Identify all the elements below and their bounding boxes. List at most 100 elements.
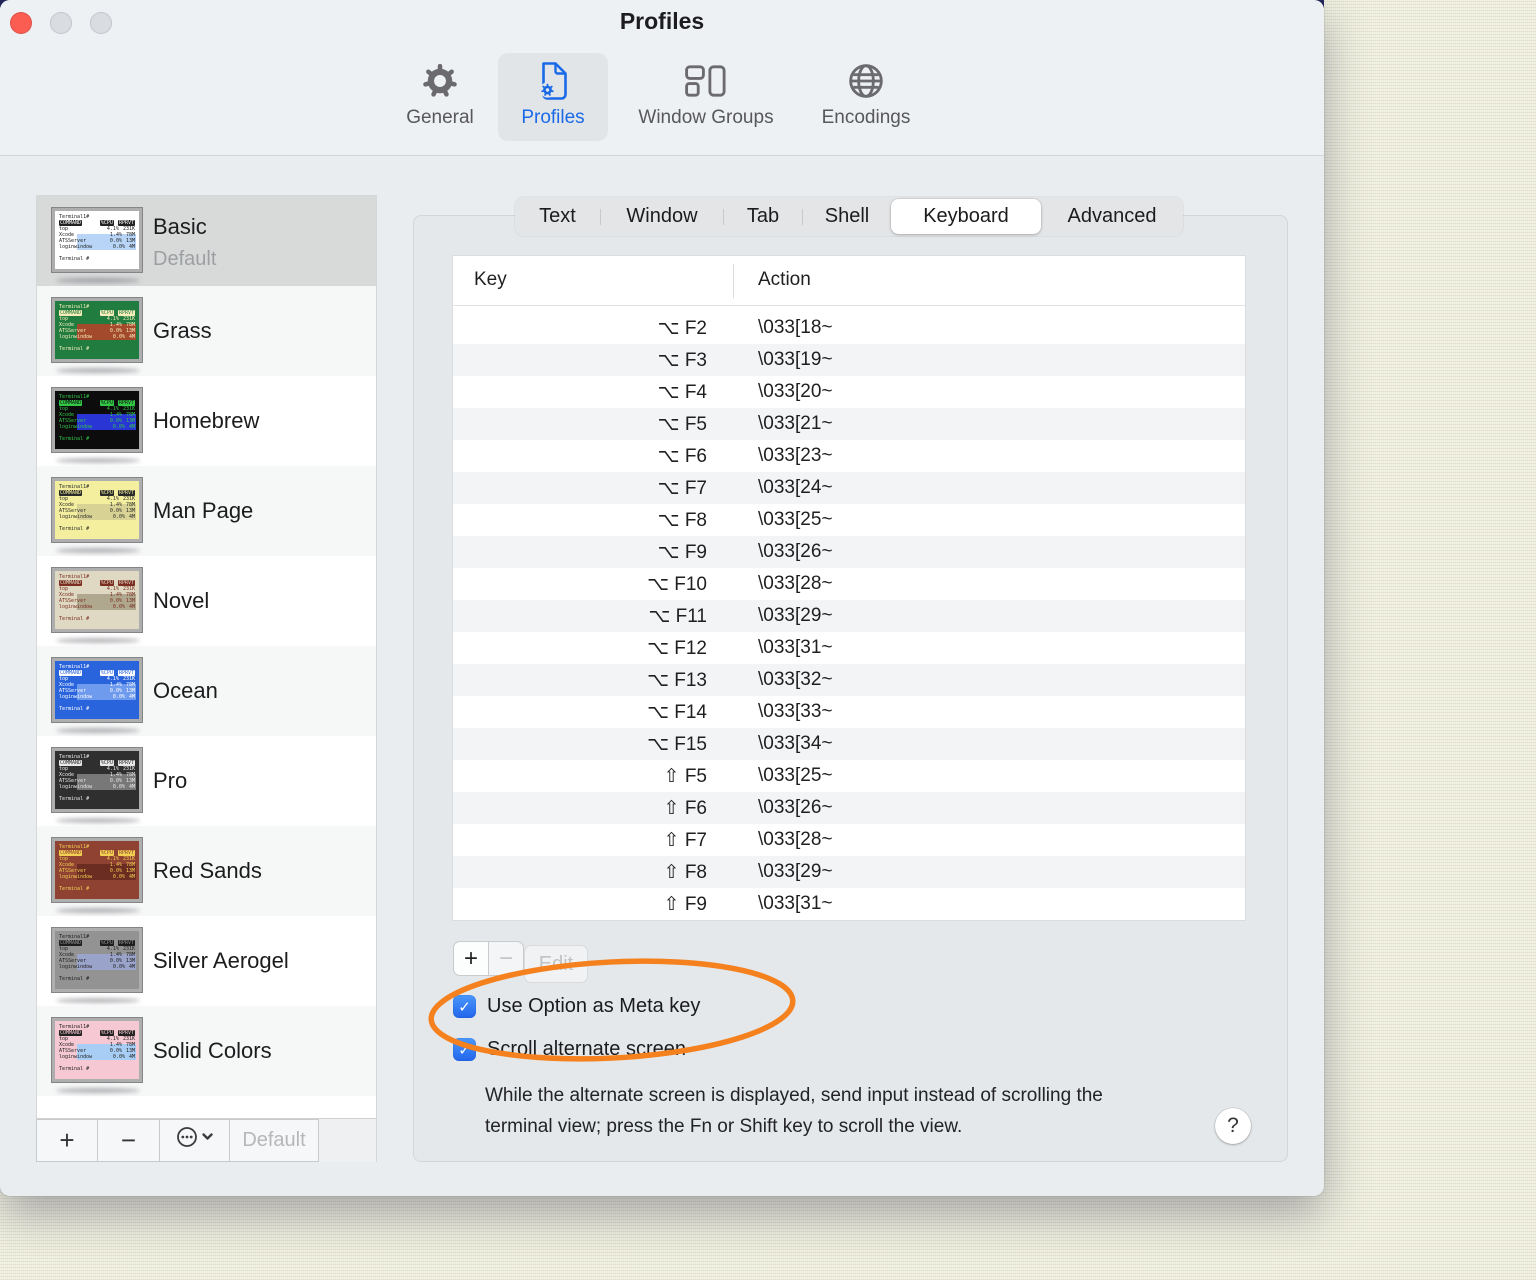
profile-name: Red Sands — [153, 858, 262, 883]
key-mapping-row[interactable]: ⌥ F7 \033[24~ — [453, 472, 1245, 504]
remove-profile-button[interactable]: − — [97, 1119, 160, 1162]
toolbar-item-encodings[interactable]: Encodings — [806, 53, 926, 141]
profile-thumbnail: Terminal1# COMMAND %CPU RPRVT top 4.1% 231K Xco… — [51, 207, 143, 273]
profile-row-novel[interactable]: Terminal1# COMMAND %CPU RPRVT top 4.1% 231K Xco… — [37, 556, 376, 646]
thumbnail-shadow — [56, 818, 140, 823]
action-cell: \033[26~ — [758, 797, 833, 818]
tab-text[interactable]: Text — [515, 199, 600, 234]
key-mapping-row[interactable]: ⌥ F13 \033[32~ — [453, 664, 1245, 696]
toolbar-item-label: General — [406, 107, 474, 128]
toolbar-item-window-groups[interactable]: Window Groups — [620, 53, 792, 141]
profile-row-basic[interactable]: Terminal1# COMMAND %CPU RPRVT top 4.1% 231K Xco… — [37, 196, 376, 286]
key-cell: ⇧ F5 — [663, 766, 707, 787]
key-mapping-row[interactable]: ⌥ F3 \033[19~ — [453, 344, 1245, 376]
key-cell: ⌥ F5 — [657, 414, 707, 435]
key-cell: ⌥ F6 — [657, 446, 707, 467]
action-cell: \033[28~ — [758, 573, 833, 594]
profile-row-pro[interactable]: Terminal1# COMMAND %CPU RPRVT top 4.1% 231K Xco… — [37, 736, 376, 826]
profile-thumbnail: Terminal1# COMMAND %CPU RPRVT top 4.1% 231K Xco… — [51, 927, 143, 993]
key-cell: ⌥ F15 — [647, 734, 707, 755]
column-divider — [733, 264, 734, 298]
preferences-window: Profiles General Profiles Window Groups … — [0, 0, 1324, 1196]
add-profile-button[interactable]: + — [36, 1119, 98, 1162]
key-cell: ⌥ F4 — [657, 382, 707, 403]
action-cell: \033[29~ — [758, 605, 833, 626]
profile-row-solid-colors[interactable]: Terminal1# COMMAND %CPU RPRVT top 4.1% 231K Xco… — [37, 1006, 376, 1096]
key-mapping-row[interactable]: ⌥ F9 \033[26~ — [453, 536, 1245, 568]
profile-thumbnail: Terminal1# COMMAND %CPU RPRVT top 4.1% 231K Xco… — [51, 837, 143, 903]
key-mapping-row[interactable]: ⇧ F9 \033[31~ — [453, 888, 1245, 920]
key-mapping-row[interactable]: ⌥ F8 \033[25~ — [453, 504, 1245, 536]
checkbox-checked-icon[interactable]: ✓ — [453, 995, 476, 1018]
action-cell: \033[18~ — [758, 317, 833, 338]
toolbar-item-label: Encodings — [821, 107, 911, 128]
key-cell: ⌥ F7 — [657, 478, 707, 499]
column-header-key: Key — [474, 269, 507, 290]
key-mapping-row[interactable]: ⌥ F6 \033[23~ — [453, 440, 1245, 472]
key-cell: ⇧ F9 — [663, 894, 707, 915]
profile-document-icon — [536, 57, 570, 105]
profile-row-ocean[interactable]: Terminal1# COMMAND %CPU RPRVT top 4.1% 231K Xco… — [37, 646, 376, 736]
checkbox-checked-icon[interactable]: ✓ — [453, 1038, 476, 1061]
action-cell: \033[31~ — [758, 893, 833, 914]
profile-name: Novel — [153, 588, 210, 613]
key-mapping-row[interactable]: ⌥ F10 \033[28~ — [453, 568, 1245, 600]
key-mapping-row[interactable]: ⌥ F5 \033[21~ — [453, 408, 1245, 440]
scroll-alternate-screen-checkbox[interactable]: ✓ Scroll alternate screen — [453, 1038, 686, 1061]
thumbnail-shadow — [56, 638, 140, 643]
profile-name: Homebrew — [153, 408, 260, 433]
tab-tab[interactable]: Tab — [724, 199, 802, 234]
profile-subtitle: Default — [153, 248, 217, 270]
action-cell: \033[24~ — [758, 477, 833, 498]
key-cell: ⌥ F12 — [647, 638, 707, 659]
key-cell: ⇧ F7 — [663, 830, 707, 851]
tab-keyboard[interactable]: Keyboard — [891, 199, 1041, 234]
thumbnail-shadow — [56, 728, 140, 733]
profile-settings-tabs: Text Window Tab Shell Keyboard Advanced — [515, 197, 1183, 236]
key-mapping-row[interactable]: ⌥ F15 \033[34~ — [453, 728, 1245, 760]
profile-row-red-sands[interactable]: Terminal1# COMMAND %CPU RPRVT top 4.1% 231K Xco… — [37, 826, 376, 916]
key-mapping-row[interactable]: ⌥ F14 \033[33~ — [453, 696, 1245, 728]
key-mapping-row[interactable]: ⇧ F7 \033[28~ — [453, 824, 1245, 856]
alternate-screen-help-text: While the alternate screen is displayed,… — [485, 1085, 1103, 1137]
key-mapping-row[interactable]: ⇧ F8 \033[29~ — [453, 856, 1245, 888]
tab-shell[interactable]: Shell — [803, 199, 891, 234]
profile-row-silver-aerogel[interactable]: Terminal1# COMMAND %CPU RPRVT top 4.1% 231K Xco… — [37, 916, 376, 1006]
key-mapping-row[interactable]: ⌥ F12 \033[31~ — [453, 632, 1245, 664]
profile-thumbnail: Terminal1# COMMAND %CPU RPRVT top 4.1% 231K Xco… — [51, 657, 143, 723]
key-cell: ⌥ F8 — [657, 510, 707, 531]
ellipsis-circle-chevron-icon — [175, 1124, 215, 1157]
help-button[interactable]: ? — [1215, 1108, 1251, 1144]
toolbar-item-profiles[interactable]: Profiles — [498, 53, 608, 141]
profile-row-man-page[interactable]: Terminal1# COMMAND %CPU RPRVT top 4.1% 231K Xco… — [37, 466, 376, 556]
action-cell: \033[34~ — [758, 733, 833, 754]
window-title: Profiles — [619, 8, 705, 34]
remove-key-mapping-button: − — [488, 941, 524, 976]
add-key-mapping-button[interactable]: + — [453, 941, 489, 976]
key-mapping-row[interactable]: ⌥ F2 \033[18~ — [453, 312, 1245, 344]
key-mapping-row[interactable]: ⇧ F6 \033[26~ — [453, 792, 1245, 824]
thumbnail-shadow — [56, 1088, 140, 1093]
key-cell: ⌥ F13 — [647, 670, 707, 691]
action-cell: \033[21~ — [758, 413, 833, 434]
profile-thumbnail: Terminal1# COMMAND %CPU RPRVT top 4.1% 231K Xco… — [51, 1017, 143, 1083]
thumbnail-shadow — [56, 278, 140, 283]
profile-row-homebrew[interactable]: Terminal1# COMMAND %CPU RPRVT top 4.1% 231K Xco… — [37, 376, 376, 466]
profile-name: Basic — [153, 214, 207, 239]
key-cell: ⌥ F3 — [657, 350, 707, 371]
more-actions-button[interactable] — [159, 1119, 230, 1162]
tab-advanced[interactable]: Advanced — [1041, 199, 1183, 234]
thumbnail-shadow — [56, 998, 140, 1003]
window-toolbar: Profiles General Profiles Window Groups … — [0, 0, 1324, 156]
tab-window[interactable]: Window — [601, 199, 723, 234]
use-option-as-meta-checkbox[interactable]: ✓ Use Option as Meta key — [453, 995, 700, 1018]
action-cell: \033[25~ — [758, 509, 833, 530]
key-mapping-row[interactable]: ⇧ F5 \033[25~ — [453, 760, 1245, 792]
profile-thumbnail: Terminal1# COMMAND %CPU RPRVT top 4.1% 231K Xco… — [51, 567, 143, 633]
key-cell: ⇧ F6 — [663, 798, 707, 819]
profile-row-grass[interactable]: Terminal1# COMMAND %CPU RPRVT top 4.1% 231K Xco… — [37, 286, 376, 376]
action-cell: \033[19~ — [758, 349, 833, 370]
toolbar-item-general[interactable]: General — [396, 53, 484, 141]
key-mapping-row[interactable]: ⌥ F4 \033[20~ — [453, 376, 1245, 408]
key-mapping-row[interactable]: ⌥ F11 \033[29~ — [453, 600, 1245, 632]
